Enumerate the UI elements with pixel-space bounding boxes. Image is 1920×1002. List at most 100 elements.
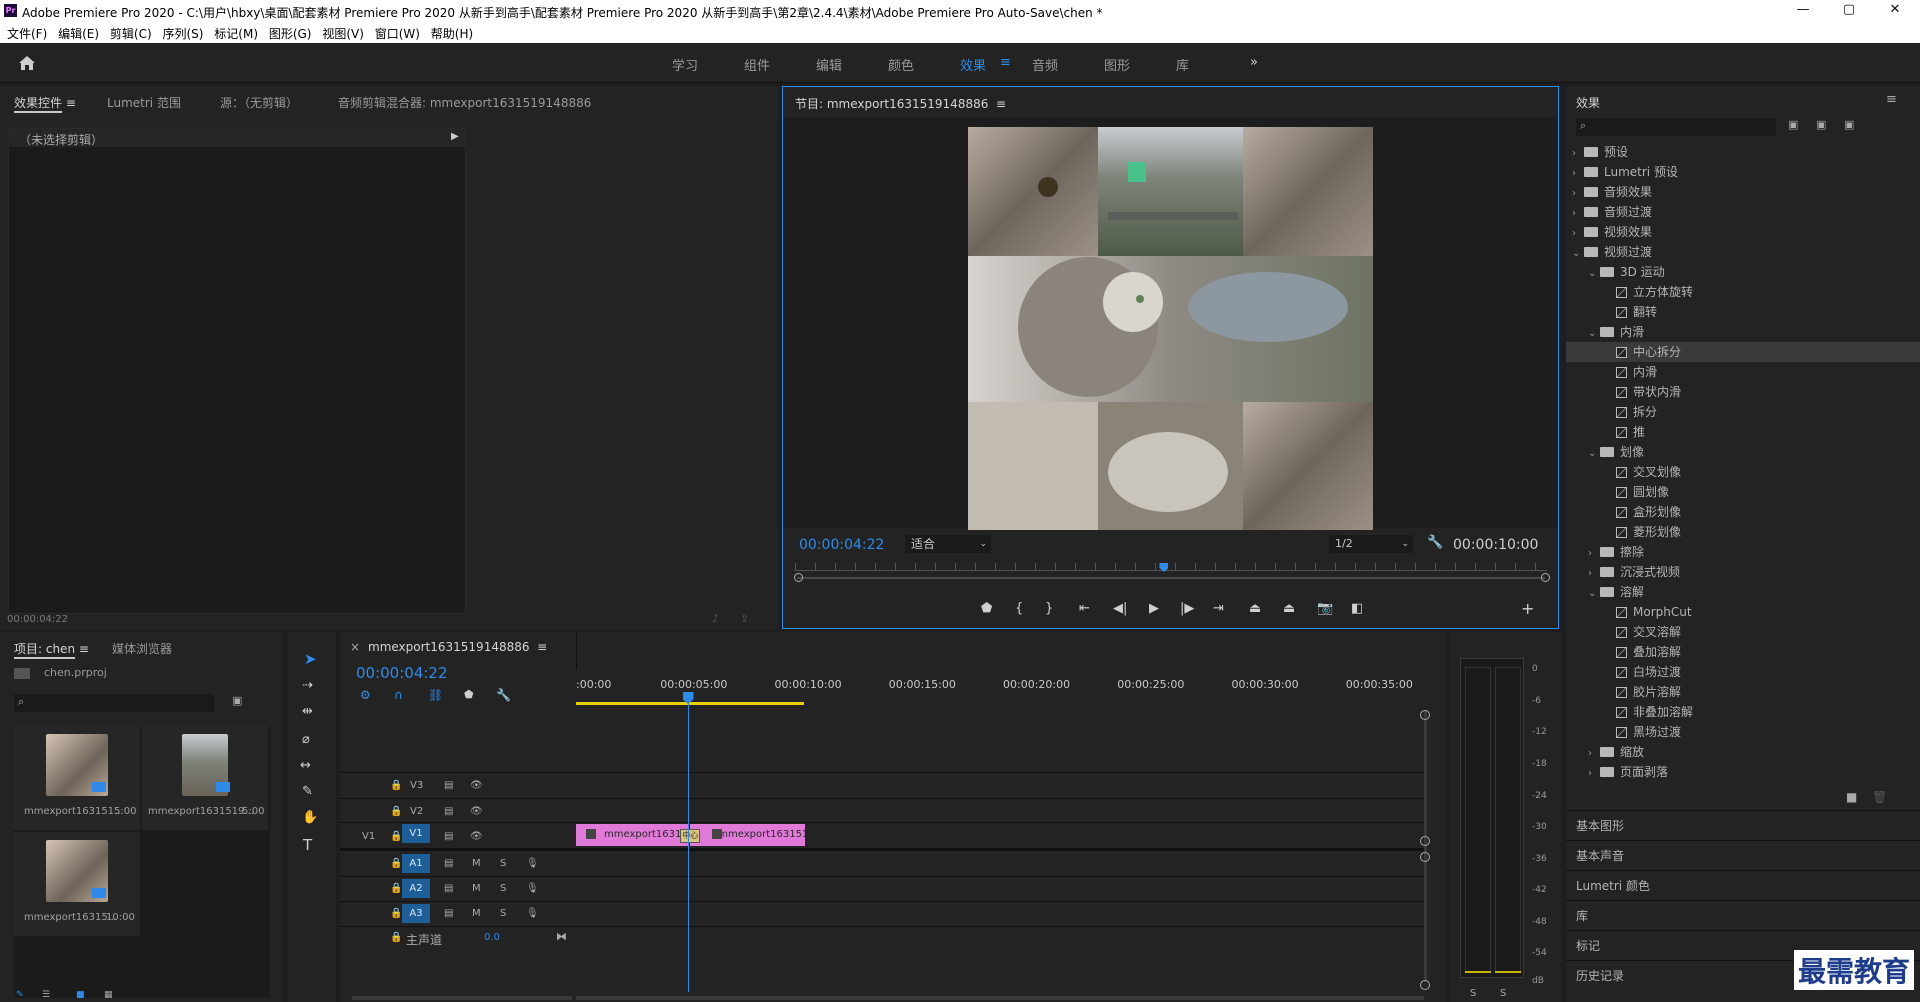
sync-lock-icon[interactable]: ▤ bbox=[444, 831, 453, 842]
list-view-icon[interactable]: ☰ bbox=[42, 990, 50, 1000]
lock-icon[interactable]: 🔒 bbox=[390, 806, 402, 817]
effects-folder[interactable]: › 沉浸式视频 bbox=[1566, 562, 1920, 582]
scroll-handle-bottom[interactable] bbox=[1420, 980, 1430, 990]
project-item[interactable]: mmexport16315... 10:00 bbox=[14, 832, 140, 936]
track-select-tool-icon[interactable]: ⇢ bbox=[302, 678, 313, 693]
effect-item[interactable]: 立方体旋转 bbox=[1566, 282, 1920, 302]
slip-tool-icon[interactable]: ↔ bbox=[300, 758, 311, 773]
timeline-playhead[interactable] bbox=[687, 692, 689, 992]
type-tool-icon[interactable]: T bbox=[303, 836, 312, 854]
zoom-handle-right[interactable] bbox=[1541, 573, 1550, 582]
maximize-button[interactable]: ▢ bbox=[1826, 0, 1872, 22]
timeline-horizontal-scrollbar[interactable] bbox=[576, 996, 1424, 1000]
lock-icon[interactable]: 🔒 bbox=[390, 831, 402, 842]
effects-folder[interactable]: › 视频效果 bbox=[1566, 222, 1920, 242]
tab-lumetri-scopes[interactable]: Lumetri 范围 bbox=[107, 94, 181, 111]
write-protect-icon[interactable]: ✎ bbox=[16, 990, 24, 1000]
effects-folder[interactable]: › 预设 bbox=[1566, 142, 1920, 162]
project-item[interactable]: mmexport163151... 5:00 bbox=[14, 726, 140, 830]
effect-item[interactable]: 翻转 bbox=[1566, 302, 1920, 322]
delete-icon[interactable]: 🗑 bbox=[1872, 790, 1887, 804]
effects-folder[interactable]: ⌄ 划像 bbox=[1566, 442, 1920, 462]
go-to-out-icon[interactable]: ⇥ bbox=[1213, 601, 1224, 616]
workspace-effects[interactable]: 效果 bbox=[960, 55, 986, 74]
zoom-handle-left[interactable] bbox=[794, 573, 803, 582]
solo-button[interactable]: S bbox=[500, 883, 506, 894]
effect-item[interactable]: 推 bbox=[1566, 422, 1920, 442]
chevron-down-icon[interactable]: ⌄ bbox=[1588, 324, 1600, 344]
effect-item[interactable]: 非叠加溶解 bbox=[1566, 702, 1920, 722]
chevron-right-icon[interactable]: › bbox=[1588, 764, 1600, 784]
workspace-editing[interactable]: 编辑 bbox=[816, 55, 842, 74]
export-frame-icon[interactable]: ⇪ bbox=[740, 612, 749, 625]
menu-view[interactable]: 视图(V) bbox=[322, 25, 364, 42]
effects-folder[interactable]: ⌄ 内滑 bbox=[1566, 322, 1920, 342]
workspace-assembly[interactable]: 组件 bbox=[744, 55, 770, 74]
menu-edit[interactable]: 编辑(E) bbox=[58, 25, 99, 42]
menu-clip[interactable]: 剪辑(C) bbox=[110, 25, 152, 42]
track-visibility-eye-icon[interactable]: 👁 bbox=[470, 831, 483, 842]
effect-item[interactable]: 盒形划像 bbox=[1566, 502, 1920, 522]
effects-folder[interactable]: ⌄ 3D 运动 bbox=[1566, 262, 1920, 282]
effects-folder[interactable]: › Lumetri 预设 bbox=[1566, 162, 1920, 182]
tab-source[interactable]: 源：（无剪辑） bbox=[220, 94, 298, 111]
playback-resolution-select[interactable]: 1/2 ⌄ bbox=[1329, 535, 1413, 553]
export-frame-camera-icon[interactable]: 📷 bbox=[1317, 601, 1333, 616]
zoom-fit-select[interactable]: 适合 ⌄ bbox=[905, 535, 991, 553]
lock-icon[interactable]: 🔒 bbox=[390, 780, 402, 791]
effect-item[interactable]: 中心拆分 bbox=[1566, 342, 1920, 362]
timeline-settings-wrench-icon[interactable]: 🔧 bbox=[496, 688, 511, 702]
master-volume-value[interactable]: 0.0 bbox=[484, 932, 500, 943]
lock-icon[interactable]: 🔒 bbox=[390, 858, 402, 869]
mute-button[interactable]: M bbox=[472, 858, 481, 869]
effects-panel-menu-icon[interactable]: ≡ bbox=[1886, 92, 1897, 107]
menu-file[interactable]: 文件(F) bbox=[7, 25, 47, 42]
effect-item[interactable]: 白场过渡 bbox=[1566, 662, 1920, 682]
panel-lumetri-color[interactable]: Lumetri 颜色 bbox=[1576, 877, 1650, 894]
voice-over-mic-icon[interactable]: 🎙 bbox=[526, 883, 539, 894]
accelerated-effects-icon[interactable]: ▣ bbox=[1788, 118, 1798, 131]
master-end-icon[interactable]: ⧓ bbox=[556, 930, 567, 943]
chevron-right-icon[interactable]: › bbox=[1572, 184, 1584, 204]
effects-folder[interactable]: › 页面剥落 bbox=[1566, 762, 1920, 782]
effects-folder[interactable]: ⌄ 视频过渡 bbox=[1566, 242, 1920, 262]
comparison-view-icon[interactable]: ◧ bbox=[1351, 601, 1363, 616]
sync-lock-icon[interactable]: ▤ bbox=[444, 780, 453, 791]
solo-button[interactable]: S bbox=[500, 908, 506, 919]
sync-lock-icon[interactable]: ▤ bbox=[444, 883, 453, 894]
step-back-icon[interactable]: ◀| bbox=[1113, 601, 1127, 616]
mark-out-icon[interactable]: } bbox=[1045, 601, 1053, 616]
razor-tool-icon[interactable]: ⌀ bbox=[302, 732, 310, 747]
project-item[interactable]: mmexport1631519... 5:00 bbox=[142, 726, 268, 830]
new-bin-icon[interactable]: ■ bbox=[1846, 790, 1857, 804]
chevron-down-icon[interactable]: ⌄ bbox=[1588, 584, 1600, 604]
program-current-timecode[interactable]: 00:00:04:22 bbox=[799, 537, 884, 553]
scroll-handle[interactable] bbox=[1420, 836, 1430, 846]
expand-arrow-icon[interactable]: ▶ bbox=[451, 131, 459, 142]
menu-graphics[interactable]: 图形(G) bbox=[269, 25, 312, 42]
yuv-effects-icon[interactable]: ▣ bbox=[1844, 118, 1854, 131]
mute-button[interactable]: M bbox=[472, 883, 481, 894]
chevron-down-icon[interactable]: ⌄ bbox=[1588, 264, 1600, 284]
pen-tool-icon[interactable]: ✎ bbox=[302, 784, 313, 799]
program-zoom-bar[interactable] bbox=[797, 577, 1545, 579]
track-target-a2[interactable]: A2 bbox=[402, 879, 430, 898]
panel-essential-sound[interactable]: 基本声音 bbox=[1576, 847, 1624, 864]
32bit-effects-icon[interactable]: ▣ bbox=[1816, 118, 1826, 131]
timeline-timecode[interactable]: 00:00:04:22 bbox=[356, 664, 448, 682]
track-target-v1[interactable]: V1 bbox=[402, 824, 430, 843]
workspace-learning[interactable]: 学习 bbox=[672, 55, 698, 74]
extract-icon[interactable]: ⏏ bbox=[1283, 601, 1295, 616]
more-workspaces-icon[interactable]: » bbox=[1250, 55, 1258, 70]
solo-right-button[interactable]: S bbox=[1500, 988, 1506, 999]
timeline-vertical-scrollbar[interactable] bbox=[1424, 710, 1427, 982]
menu-marker[interactable]: 标记(M) bbox=[214, 25, 258, 42]
project-search-input[interactable]: ⌕ bbox=[14, 694, 214, 712]
voice-over-mic-icon[interactable]: 🎙 bbox=[526, 908, 539, 919]
chevron-down-icon[interactable]: ⌄ bbox=[1588, 444, 1600, 464]
workspace-color[interactable]: 颜色 bbox=[888, 55, 914, 74]
menu-sequence[interactable]: 序列(S) bbox=[162, 25, 203, 42]
workspace-libraries[interactable]: 库 bbox=[1176, 55, 1189, 74]
scroll-handle-top[interactable] bbox=[1420, 710, 1430, 720]
home-icon[interactable] bbox=[18, 55, 36, 71]
